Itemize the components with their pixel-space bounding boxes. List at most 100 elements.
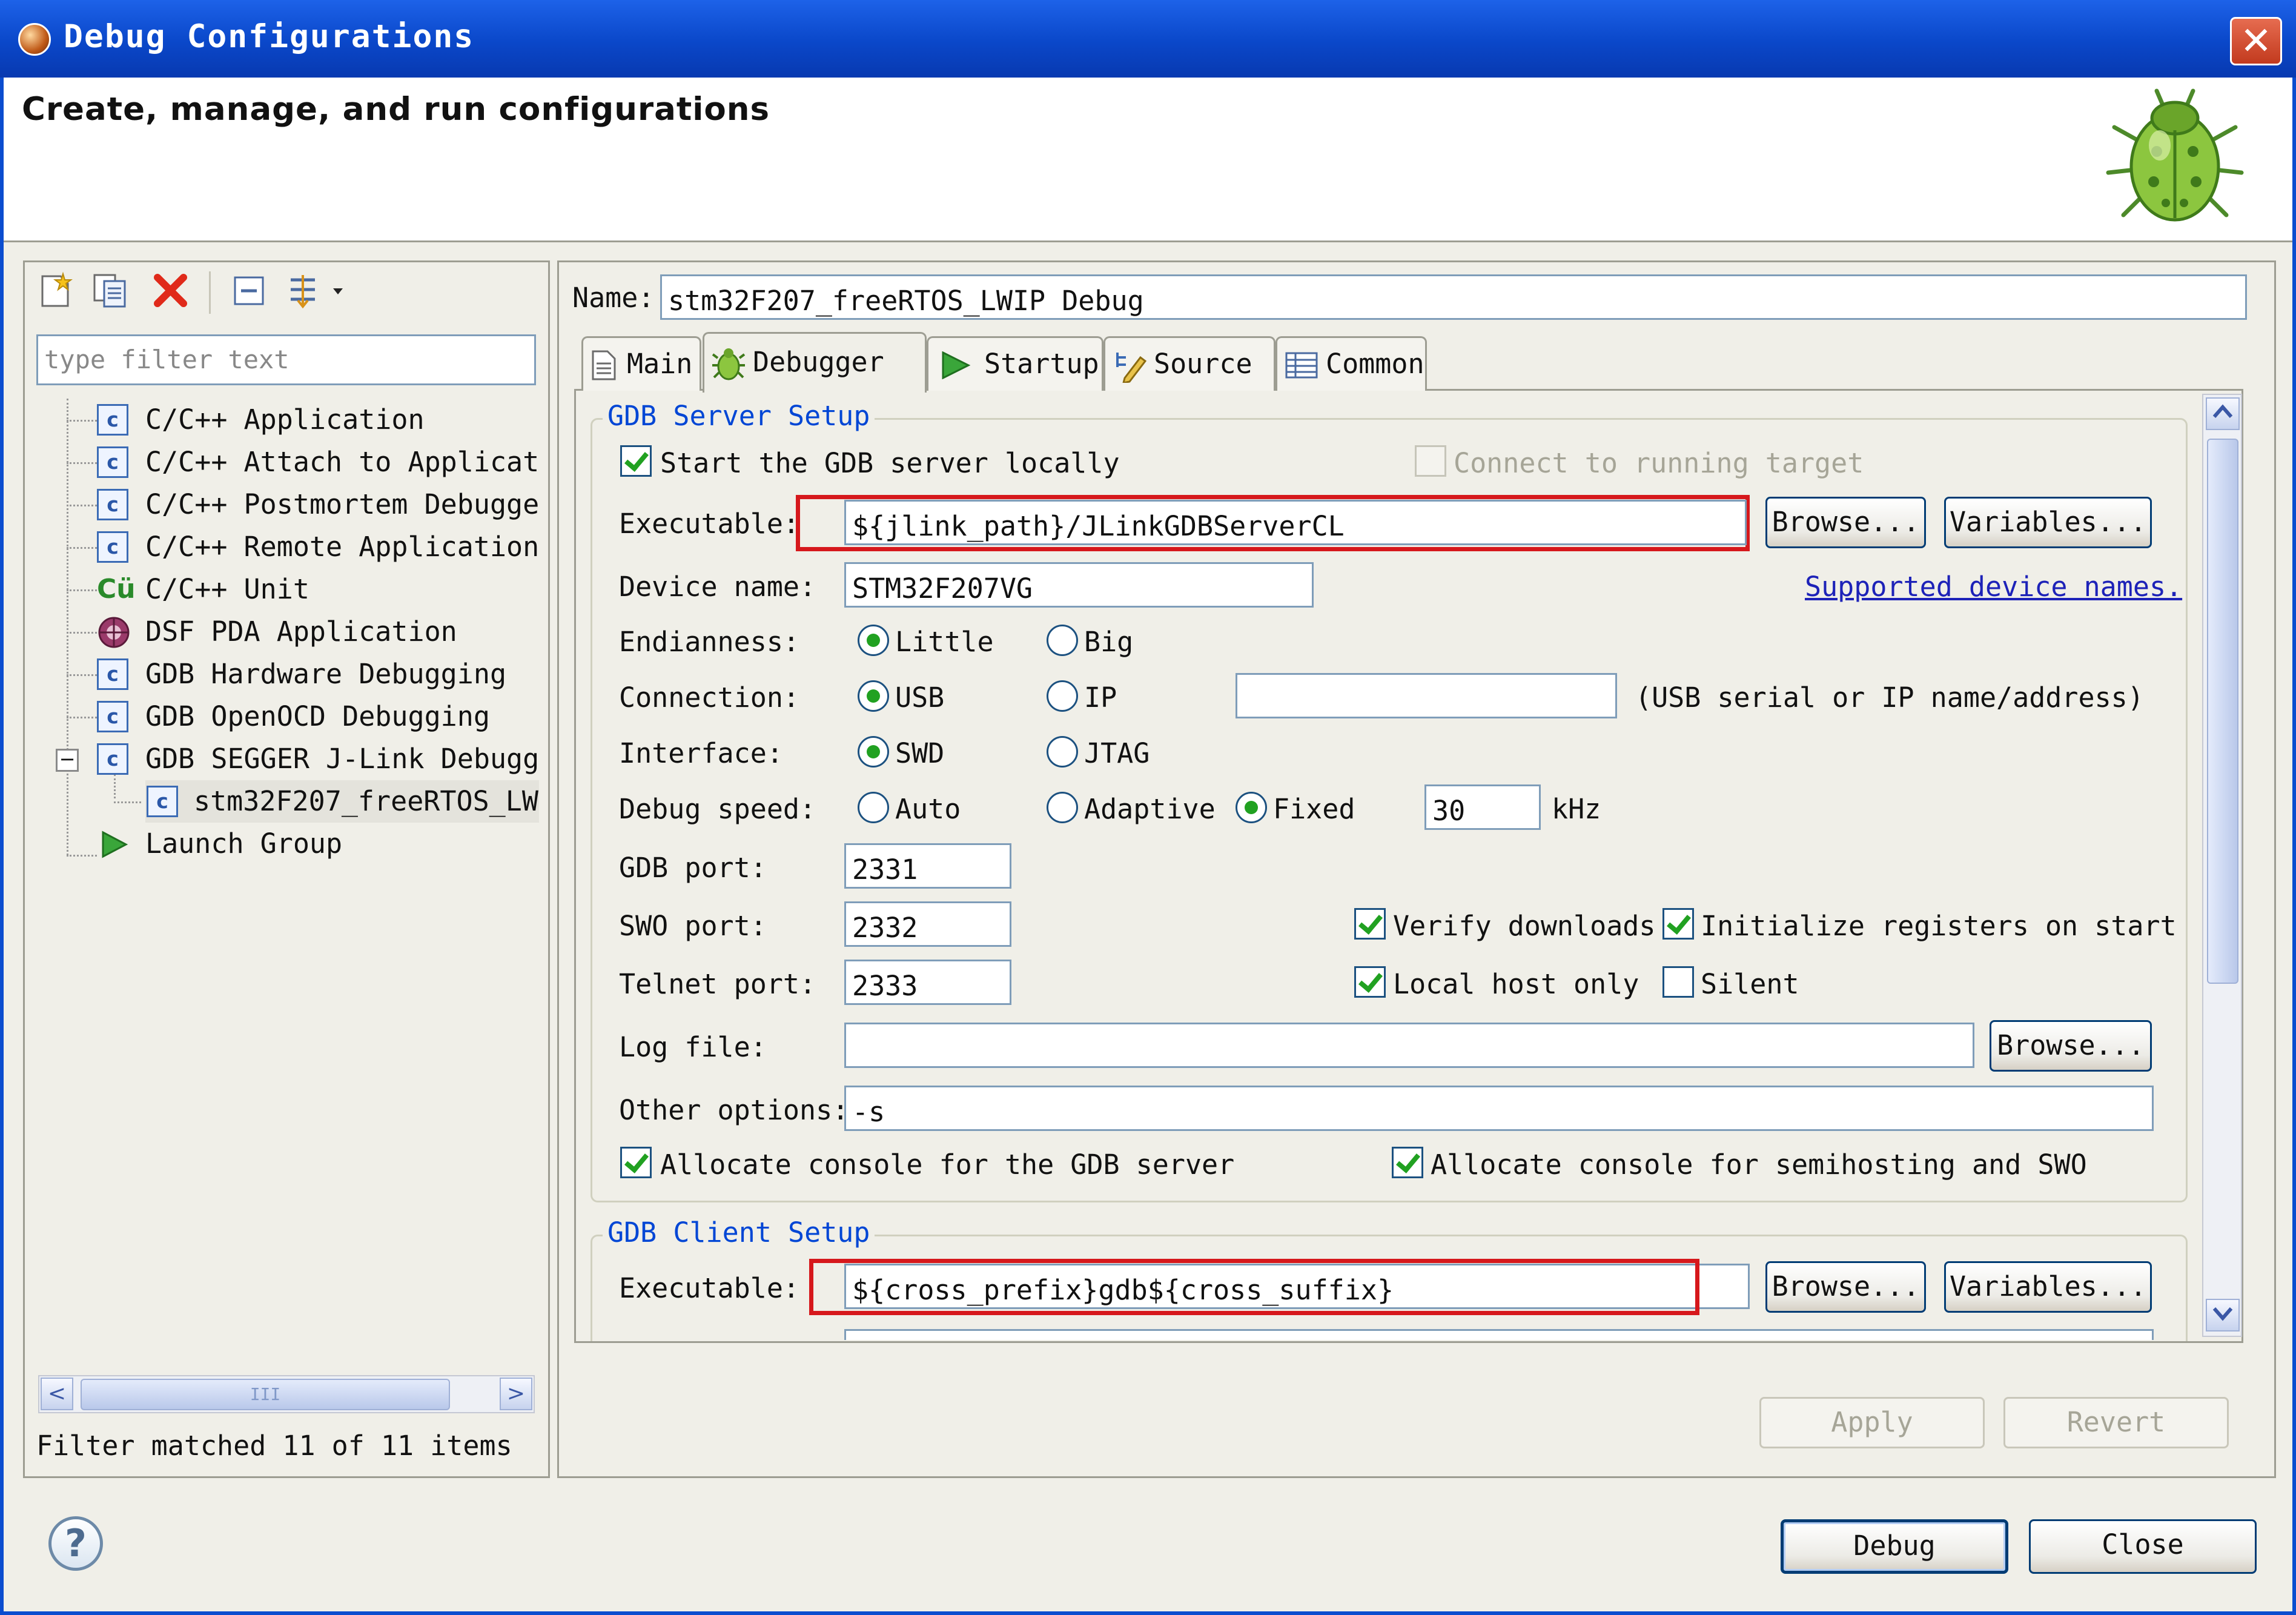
connection-usb-radio[interactable] (858, 680, 889, 712)
tree-item-label: C/C++ Unit (145, 573, 309, 605)
local-host-only-checkbox[interactable] (1354, 966, 1386, 998)
c-config-icon: c (97, 743, 128, 775)
tree-line (67, 717, 97, 718)
interface-swd-label: SWD (895, 737, 945, 769)
tree-item-label: C/C++ Remote Application (145, 531, 539, 563)
tree-item-launch-group[interactable]: Launch Group (97, 823, 539, 865)
tree-item-label: Launch Group (145, 827, 343, 860)
tab-main[interactable]: Main (581, 336, 701, 391)
tree-item-label: C/C++ Postmortem Debugger (145, 488, 539, 520)
speed-auto-radio[interactable] (858, 792, 889, 823)
other-options-field[interactable]: -s (844, 1086, 2154, 1131)
tree-item-gdb-segger[interactable]: c GDB SEGGER J-Link Debuggir (97, 738, 539, 780)
speed-adaptive-radio[interactable] (1047, 792, 1078, 823)
tree-item-label: GDB SEGGER J-Link Debuggir (145, 743, 539, 775)
server-variables-button[interactable]: Variables... (1944, 497, 2152, 548)
client-browse-button[interactable]: Browse... (1765, 1261, 1926, 1313)
gdb-port-field[interactable]: 2331 (844, 843, 1011, 889)
client-variables-button[interactable]: Variables... (1944, 1261, 2152, 1313)
connect-running-target-checkbox[interactable] (1415, 445, 1446, 477)
collapse-all-icon[interactable] (230, 271, 268, 310)
server-browse-button[interactable]: Browse... (1765, 497, 1926, 548)
tree-item-dsf-pda[interactable]: DSF PDA Application (97, 611, 539, 653)
tab-label: Common (1326, 348, 1424, 380)
tree-item-cpp-application[interactable]: c C/C++ Application (97, 399, 539, 441)
tree-item-cpp-remote[interactable]: c C/C++ Remote Application (97, 526, 539, 568)
tree-item-cpp-unit[interactable]: Cü C/C++ Unit (97, 568, 539, 611)
collapse-toggle[interactable]: − (56, 749, 79, 772)
scroll-up-icon[interactable] (2206, 397, 2240, 430)
new-configuration-icon[interactable] (36, 271, 74, 310)
tab-debugger[interactable]: Debugger (703, 332, 927, 393)
log-browse-button[interactable]: Browse... (1990, 1020, 2152, 1072)
interface-jtag-radio[interactable] (1047, 736, 1078, 768)
scroll-down-icon[interactable] (2206, 1299, 2240, 1331)
scroll-left-icon[interactable]: < (41, 1378, 73, 1410)
editor-vertical-scrollbar[interactable] (2202, 394, 2242, 1337)
c-config-icon: c (97, 531, 128, 563)
tree-line (67, 589, 97, 591)
start-server-locally-label: Start the GDB server locally (660, 447, 1120, 479)
swo-port-label: SWO port: (619, 910, 767, 942)
silent-checkbox[interactable] (1662, 966, 1694, 998)
revert-button[interactable]: Revert (2003, 1397, 2229, 1448)
c-config-icon: c (147, 786, 178, 817)
tree-item-cpp-attach[interactable]: c C/C++ Attach to Applicatic (97, 441, 539, 483)
speed-fixed-radio[interactable] (1236, 792, 1267, 823)
tree-item-gdb-openocd[interactable]: c GDB OpenOCD Debugging (97, 695, 539, 738)
scroll-thumb[interactable]: III (81, 1379, 450, 1410)
close-button[interactable]: Close (2029, 1519, 2257, 1574)
tab-startup[interactable]: Startup (927, 336, 1103, 391)
filter-menu-icon[interactable] (285, 271, 351, 310)
supported-device-names-link[interactable]: Supported device names. (1805, 571, 2182, 603)
initialize-registers-checkbox[interactable] (1662, 908, 1694, 940)
tree-item-label: C/C++ Application (145, 403, 425, 436)
device-name-field[interactable]: STM32F207VG (844, 562, 1314, 608)
window-title: Debug Configurations (64, 18, 475, 55)
allocate-semihosting-console-checkbox[interactable] (1392, 1147, 1423, 1178)
header-title: Create, manage, and run configurations (22, 91, 770, 128)
telnet-port-field[interactable]: 2333 (844, 960, 1011, 1005)
help-icon[interactable]: ? (48, 1516, 103, 1571)
interface-swd-radio[interactable] (858, 736, 889, 768)
connection-label: Connection: (619, 681, 800, 714)
interface-jtag-label: JTAG (1084, 737, 1150, 769)
start-server-locally-checkbox[interactable] (620, 445, 652, 477)
name-field[interactable]: stm32F207_freeRTOS_LWIP Debug (660, 274, 2247, 320)
close-window-button[interactable]: ✕ (2230, 17, 2282, 65)
apply-button[interactable]: Apply (1759, 1397, 1985, 1448)
filter-input[interactable]: type filter text (36, 334, 536, 385)
tree-item-label: GDB OpenOCD Debugging (145, 700, 490, 732)
tree-horizontal-scrollbar[interactable]: < III > (38, 1375, 535, 1413)
connection-ip-radio[interactable] (1047, 680, 1078, 712)
vertical-scroll-thumb[interactable] (2207, 439, 2238, 984)
tree-item-gdb-hardware[interactable]: c GDB Hardware Debugging (97, 653, 539, 695)
verify-downloads-checkbox[interactable] (1354, 908, 1386, 940)
endian-little-radio[interactable] (858, 625, 889, 656)
speed-value-field[interactable]: 30 (1424, 784, 1541, 830)
tab-source[interactable]: Source (1103, 336, 1275, 391)
tree-item-stm32-config[interactable]: c stm32F207_freeRTOS_LWII (145, 780, 539, 823)
tree-line (114, 801, 141, 803)
tree-item-label: C/C++ Attach to Applicatic (145, 446, 539, 478)
swo-port-field[interactable]: 2332 (844, 901, 1011, 947)
delete-icon[interactable] (151, 271, 190, 310)
source-tab-icon (1116, 353, 1147, 383)
tab-common[interactable]: Common (1275, 336, 1427, 391)
other-options-label: Other options: (619, 1094, 849, 1126)
server-executable-field[interactable]: ${jlink_path}/JLinkGDBServerCL (844, 500, 1747, 545)
tree-item-label: DSF PDA Application (145, 615, 457, 648)
allocate-gdb-console-checkbox[interactable] (620, 1147, 652, 1178)
endian-big-radio[interactable] (1047, 625, 1078, 656)
scroll-right-icon[interactable]: > (500, 1378, 532, 1410)
common-tab-icon (1285, 352, 1318, 379)
c-config-icon: c (97, 658, 128, 690)
device-name-label: Device name: (619, 571, 816, 603)
tree-item-cpp-postmortem[interactable]: c C/C++ Postmortem Debugger (97, 483, 539, 526)
initialize-registers-label: Initialize registers on start (1701, 910, 2177, 942)
connection-address-field[interactable] (1236, 673, 1617, 718)
log-file-field[interactable] (844, 1023, 1974, 1068)
debug-button[interactable]: Debug (1781, 1519, 2008, 1574)
duplicate-icon[interactable] (91, 271, 129, 310)
verify-downloads-label: Verify downloads (1393, 910, 1656, 942)
